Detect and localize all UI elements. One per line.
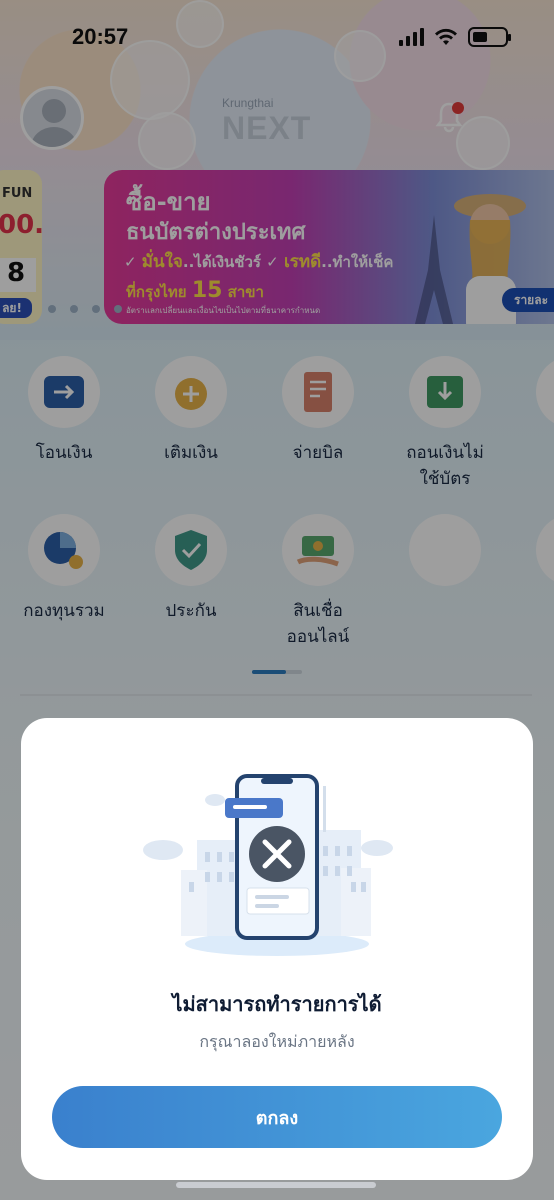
error-subtitle: กรุณาลองใหม่ภายหลัง — [199, 1032, 355, 1051]
home-indicator[interactable] — [176, 1182, 376, 1188]
error-dialog: ไม่สามารถทำรายการได้ กรุณาลองใหม่ภายหลัง… — [21, 718, 533, 1180]
error-title: ไม่สามารถทำรายการได้ — [172, 992, 382, 1016]
ok-button[interactable]: ตกลง — [52, 1086, 502, 1148]
transaction-failed-illustration — [143, 774, 393, 956]
